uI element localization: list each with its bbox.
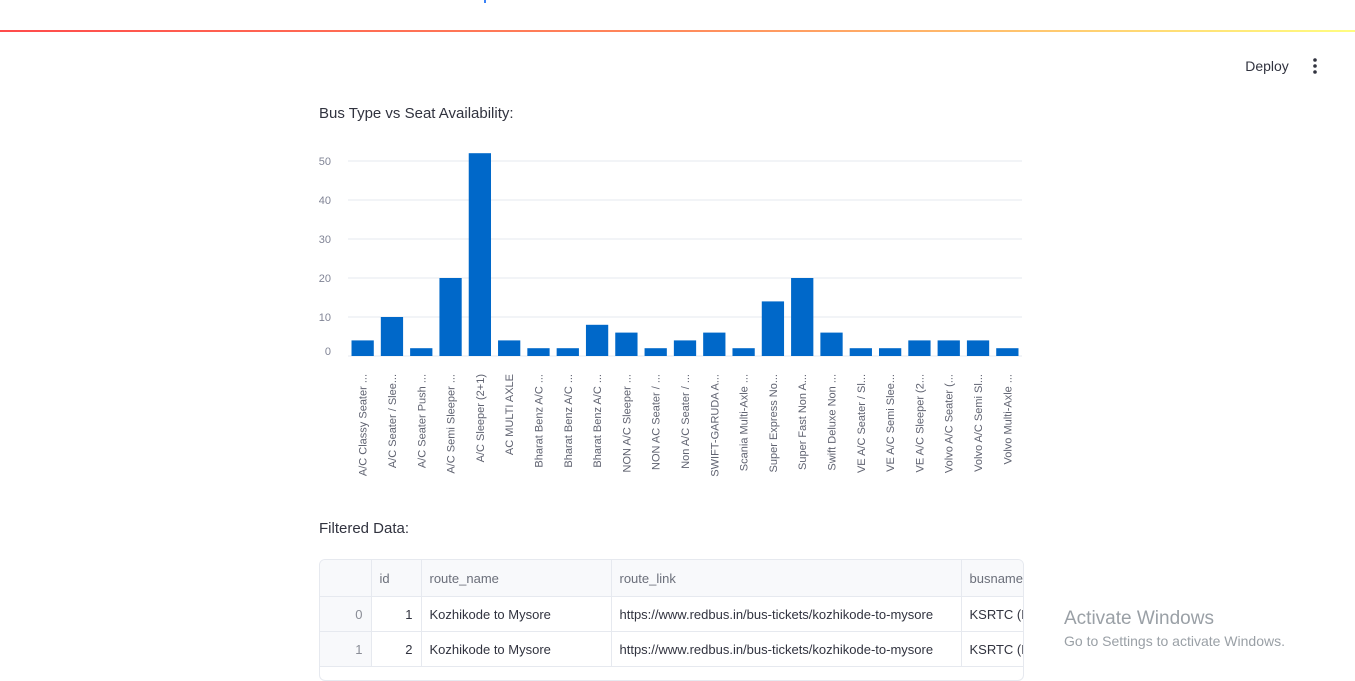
- bar: [673, 340, 697, 356]
- watermark-title: Activate Windows: [1064, 608, 1214, 629]
- x-tick-label: Bharat Benz A/C ...: [592, 374, 604, 468]
- cell-route-link[interactable]: https://www.redbus.in/bus-tickets/kozhik…: [611, 631, 962, 667]
- bar: [791, 278, 814, 356]
- chart-title: Bus Type vs Seat Availability:: [319, 105, 514, 122]
- column-header-route-name[interactable]: route_name: [421, 560, 612, 597]
- bar: [732, 348, 755, 356]
- watermark-subtitle: Go to Settings to activate Windows.: [1064, 633, 1285, 649]
- deploy-button[interactable]: Deploy: [1236, 52, 1298, 80]
- cell-id[interactable]: 1: [371, 596, 422, 632]
- x-tick-label: VE A/C Seater / Sl...: [856, 374, 868, 473]
- x-tick-label: A/C Seater / Slee...: [387, 374, 399, 468]
- y-tick-label: 10: [319, 312, 331, 324]
- bar: [468, 153, 492, 356]
- y-tick-label: 0: [325, 346, 331, 358]
- bar: [820, 332, 843, 356]
- x-tick-label: A/C Sleeper (2+1): [475, 374, 487, 462]
- x-tick-label: A/C Seater Push ...: [416, 374, 428, 468]
- column-header-index[interactable]: [320, 560, 372, 597]
- nav-progress-mark: [484, 0, 486, 3]
- y-tick-label: 30: [319, 234, 331, 246]
- bar: [849, 348, 872, 356]
- y-tick-label: 50: [319, 156, 331, 168]
- row-index: 1: [320, 631, 372, 667]
- x-tick-label: NON A/C Sleeper ...: [621, 374, 633, 472]
- vertical-ellipsis-icon[interactable]: [1305, 52, 1325, 80]
- y-tick-label: 40: [319, 195, 331, 207]
- x-tick-label: Swift Deluxe Non ...: [827, 374, 839, 471]
- bar: [615, 332, 638, 356]
- bar: [966, 340, 990, 356]
- x-tick-label: A/C Classy Seater ...: [358, 374, 370, 476]
- y-tick-label: 20: [319, 273, 331, 285]
- bar: [703, 332, 726, 356]
- bar: [351, 340, 374, 356]
- x-tick-label: VE A/C Sleeper (2...: [914, 374, 926, 472]
- x-tick-label: Non A/C Seater / ...: [680, 374, 692, 469]
- bar: [761, 301, 785, 356]
- bar: [556, 348, 579, 356]
- x-tick-label: NON AC Seater / ...: [651, 374, 663, 470]
- table-row[interactable]: 1 2 Kozhikode to Mysore https://www.redb…: [320, 631, 1023, 667]
- x-tick-label: Super Express No...: [768, 374, 780, 472]
- cell-route-name[interactable]: Kozhikode to Mysore: [421, 631, 612, 667]
- cell-route-name[interactable]: Kozhikode to Mysore: [421, 596, 612, 632]
- x-tick-label: Volvo Multi-Axle ...: [1002, 374, 1014, 464]
- bar: [439, 278, 462, 356]
- x-tick-label: AC MULTI AXLE: [504, 374, 516, 455]
- x-tick-label: SWIFT-GARUDA A...: [709, 374, 721, 477]
- x-tick-label: A/C Semi Sleeper ...: [446, 374, 458, 474]
- x-tick-label: Scania Multi-Axle ...: [739, 374, 751, 471]
- bar: [380, 317, 404, 356]
- bar: [996, 348, 1019, 356]
- bar: [585, 324, 609, 356]
- column-header-route-link[interactable]: route_link: [611, 560, 962, 597]
- x-tick-label: VE A/C Semi Slee...: [885, 374, 897, 472]
- bar: [908, 340, 931, 356]
- x-tick-label: Bharat Benz A/C ...: [533, 374, 545, 468]
- bar: [527, 348, 550, 356]
- table-row[interactable]: 0 1 Kozhikode to Mysore https://www.redb…: [320, 596, 1023, 632]
- cell-busname[interactable]: KSRTC (K: [961, 596, 1023, 632]
- cell-route-link[interactable]: https://www.redbus.in/bus-tickets/kozhik…: [611, 596, 962, 632]
- cell-busname[interactable]: KSRTC (K: [961, 631, 1023, 667]
- table-header-row: id route_name route_link busname: [320, 560, 1023, 597]
- row-index: 0: [320, 596, 372, 632]
- data-table[interactable]: id route_name route_link busname 0 1 Koz…: [319, 559, 1024, 681]
- bar-chart: 0 10 20 30 40 50 A/C Classy Seater ... A/C Seat…: [319, 153, 1022, 477]
- header-decoration-line: [0, 30, 1355, 32]
- bar: [937, 340, 960, 356]
- x-tick-label: Volvo A/C Semi Sl...: [973, 374, 985, 472]
- column-header-busname[interactable]: busname: [961, 560, 1023, 597]
- bar: [878, 348, 902, 356]
- bar: [410, 348, 433, 356]
- bar: [498, 340, 521, 356]
- top-strip: [0, 0, 1355, 30]
- activate-windows-watermark: Activate Windows Go to Settings to activ…: [1064, 608, 1285, 651]
- filtered-data-title: Filtered Data:: [319, 520, 410, 537]
- x-tick-label: Volvo A/C Seater (...: [944, 374, 956, 473]
- cell-id[interactable]: 2: [371, 631, 422, 667]
- column-header-id[interactable]: id: [371, 560, 422, 597]
- bar: [644, 348, 667, 356]
- x-tick-label: Bharat Benz A/C ...: [563, 374, 575, 468]
- x-tick-label: Super Fast Non A...: [797, 374, 809, 470]
